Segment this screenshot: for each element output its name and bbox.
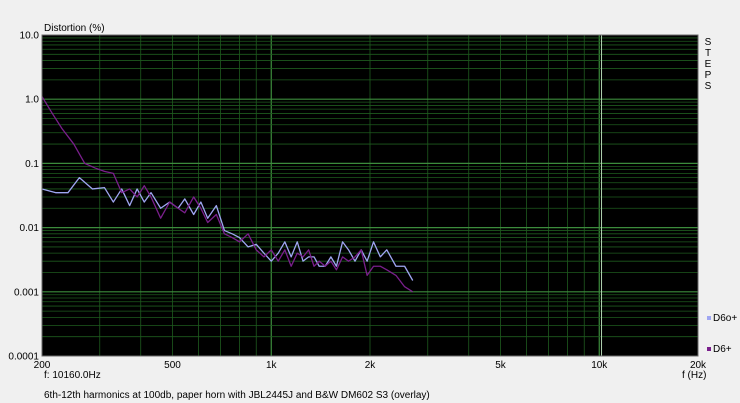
legend-label[interactable]: D6o+ [713,313,737,324]
cursor-readout: f: 10160.0Hz [44,370,101,381]
legend-swatch [707,347,711,351]
legend-swatch [707,316,711,320]
x-tick-label: 500 [164,360,181,371]
y-tick-label: 0.01 [20,223,40,234]
chart-caption: 6th-12th harmonics at 100db, paper horn … [44,390,430,401]
y-tick-label: 0.1 [25,159,39,170]
x-tick-label: 2k [365,360,377,371]
y-tick-label: 0.001 [14,287,39,298]
distortion-chart: 200 500 1k 2k 5k 10k 20k10.01.00.10.010.0010.0… [8,23,737,381]
y-tick-label: 1.0 [25,95,39,106]
legend: D6o+ D6+ [707,313,737,355]
legend-label[interactable]: D6+ [713,344,732,355]
x-axis-label: f (Hz) [682,370,706,381]
x-tick-label: 5k [495,360,507,371]
x-tick-label: 1k [266,360,278,371]
y-tick-label: 0.0001 [8,352,39,363]
side-label-steps[interactable]: STEPS [705,37,712,92]
x-tick-label: 10k [591,360,608,371]
y-tick-label: 10.0 [20,31,40,42]
y-axis-label: Distortion (%) [44,23,105,34]
